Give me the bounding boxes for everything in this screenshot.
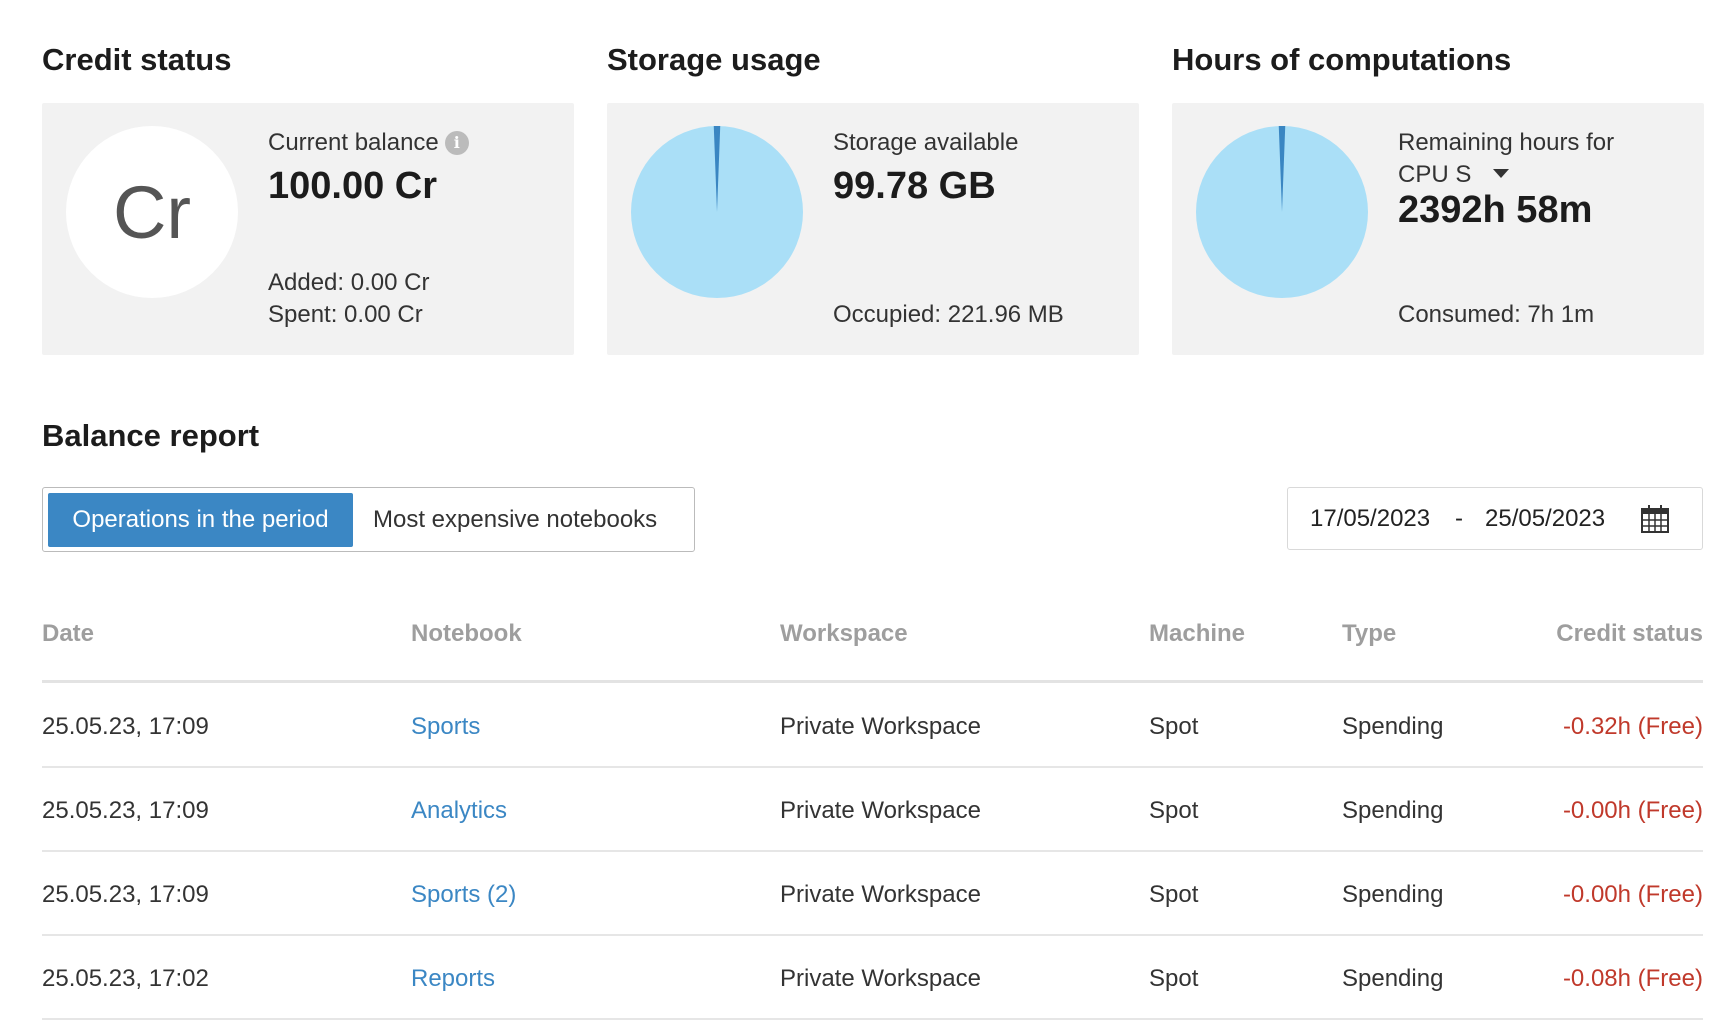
row-workspace: Private Workspace xyxy=(780,713,981,740)
storage-available-label: Storage available xyxy=(833,129,1019,156)
info-icon[interactable]: i xyxy=(444,130,469,155)
tab-operations-in-period[interactable]: Operations in the period xyxy=(48,493,353,547)
remaining-hours-value: 2392h 58m xyxy=(1398,189,1593,231)
table-row: 25.05.23, 17:09 Sports Private Workspace… xyxy=(0,683,1714,768)
row-workspace: Private Workspace xyxy=(780,797,981,824)
row-machine: Spot xyxy=(1149,881,1199,908)
column-header-type: Type xyxy=(1342,620,1397,647)
row-notebook-link[interactable]: Reports xyxy=(411,965,495,993)
row-machine: Spot xyxy=(1149,797,1199,824)
row-date: 25.05.23, 17:09 xyxy=(42,713,209,740)
column-header-credit-status: Credit status xyxy=(1556,620,1703,647)
row-date: 25.05.23, 17:09 xyxy=(42,881,209,908)
storage-usage-card: Storage available 99.78 GB Occupied: 221… xyxy=(607,103,1139,355)
current-balance-text: Current balance xyxy=(268,129,439,156)
row-type: Spending xyxy=(1342,881,1444,908)
hours-consumed: Consumed: 7h 1m xyxy=(1398,301,1595,328)
tab-most-expensive-notebooks[interactable]: Most expensive notebooks xyxy=(373,493,657,547)
storage-pie-chart xyxy=(631,126,803,298)
row-machine: Spot xyxy=(1149,713,1199,740)
row-date: 25.05.23, 17:09 xyxy=(42,797,209,824)
machine-selector[interactable]: CPU S xyxy=(1398,161,1510,189)
row-notebook-link[interactable]: Sports xyxy=(411,713,480,741)
row-type: Spending xyxy=(1342,965,1444,992)
row-workspace: Private Workspace xyxy=(780,881,981,908)
column-header-machine: Machine xyxy=(1149,620,1246,647)
table-row: 25.05.23, 17:09 Analytics Private Worksp… xyxy=(0,767,1714,852)
date-range-picker[interactable]: 17/05/2023 - 25/05/2023 xyxy=(1287,487,1703,550)
row-notebook-link[interactable]: Sports (2) xyxy=(411,881,516,909)
row-machine: Spot xyxy=(1149,965,1199,992)
date-to[interactable]: 25/05/2023 xyxy=(1485,505,1605,533)
table-row: 25.05.23, 17:02 Reports Private Workspac… xyxy=(0,935,1714,1020)
remaining-hours-label: Remaining hours for xyxy=(1398,129,1615,156)
chevron-down-icon[interactable] xyxy=(1493,169,1510,178)
row-credit-status: -0.00h (Free) xyxy=(1562,797,1703,824)
credit-added: Added: 0.00 Cr xyxy=(268,269,430,296)
storage-usage-title: Storage usage xyxy=(607,42,821,77)
date-from[interactable]: 17/05/2023 xyxy=(1310,505,1430,533)
column-header-date: Date xyxy=(42,620,95,647)
storage-occupied: Occupied: 221.96 MB xyxy=(833,301,1064,328)
balance-report-title: Balance report xyxy=(42,418,260,453)
credit-status-title: Credit status xyxy=(42,42,232,77)
date-separator: - xyxy=(1455,505,1463,532)
calendar-icon[interactable] xyxy=(1640,504,1670,534)
hours-card: Remaining hours for CPU S 2392h 58m Cons… xyxy=(1172,103,1704,355)
storage-available-value: 99.78 GB xyxy=(833,165,996,207)
row-credit-status: -0.08h (Free) xyxy=(1562,965,1703,992)
row-type: Spending xyxy=(1342,797,1444,824)
column-header-notebook: Notebook xyxy=(411,620,522,647)
machine-selector-value: CPU S xyxy=(1398,161,1472,188)
credit-spent: Spent: 0.00 Cr xyxy=(268,301,423,328)
row-notebook-link[interactable]: Analytics xyxy=(411,797,507,825)
hours-of-computations-title: Hours of computations xyxy=(1172,42,1512,77)
credit-avatar-icon: Cr xyxy=(66,126,238,298)
row-workspace: Private Workspace xyxy=(780,965,981,992)
table-row: 25.05.23, 17:09 Sports (2) Private Works… xyxy=(0,851,1714,936)
row-credit-status: -0.00h (Free) xyxy=(1562,881,1703,908)
current-balance-label: Current balance i xyxy=(268,129,469,157)
report-tabs: Operations in the period Most expensive … xyxy=(42,487,695,552)
row-type: Spending xyxy=(1342,713,1444,740)
row-credit-status: -0.32h (Free) xyxy=(1562,713,1703,740)
row-date: 25.05.23, 17:02 xyxy=(42,965,209,992)
column-header-workspace: Workspace xyxy=(780,620,908,647)
current-balance-value: 100.00 Cr xyxy=(268,165,438,207)
credit-status-card: Cr Current balance i 100.00 Cr Added: 0.0… xyxy=(42,103,574,355)
hours-pie-chart xyxy=(1196,126,1368,298)
